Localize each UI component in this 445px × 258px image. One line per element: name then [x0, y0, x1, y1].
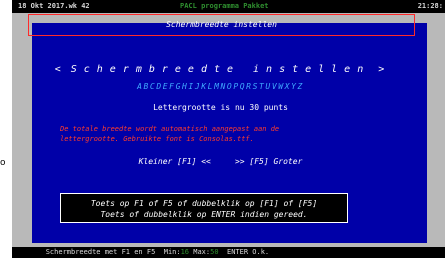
status-max-value: 50 — [210, 248, 219, 256]
status-max-label: Max: — [193, 248, 211, 256]
info-note-line-2: lettergrootte. Gebruikte font is Consola… — [60, 135, 254, 143]
program-title: PACL programma Pakket — [180, 2, 269, 10]
heading-left-arrow: < — [54, 64, 63, 75]
top-bar: 18 Okt 2017.wk 42 PACL programma Pakket … — [12, 0, 445, 13]
heading-right-arrow: > — [378, 64, 387, 75]
instruction-box: Toets op F1 of F5 of dubbelklik op [F1] … — [60, 193, 348, 223]
dialog-title: Schermbreedte instellen — [28, 14, 415, 36]
status-min-label: Min: — [163, 248, 181, 256]
instruction-line-2: Toets of dubbelklik op ENTER indien gere… — [100, 210, 308, 219]
status-enter: ENTER O.k. — [226, 248, 270, 256]
smaller-button[interactable]: Kleiner [F1] << — [139, 157, 211, 166]
instruction-line-1: Toets op F1 of F5 of dubbelklik op [F1] … — [90, 199, 318, 208]
size-controls: Kleiner [F1] << >> [F5] Groter — [28, 157, 413, 166]
clock-label: 21:28: — [417, 2, 443, 10]
dialog-heading: < Schermbreedte instellen > — [28, 64, 413, 75]
font-size-label: Lettergrootte is nu 30 punts — [153, 103, 288, 112]
alphabet-sample: ABCDEFGHIJKLMNOPQRSTUVWXYZ — [137, 82, 304, 91]
info-note-line-1: De totale breedte wordt automatisch aang… — [60, 125, 280, 133]
status-min-value: 16 — [180, 248, 190, 256]
date-label: 18 Okt 2017.wk 42 — [18, 2, 90, 10]
left-edge-marker: o — [0, 158, 6, 168]
info-note: De totale breedte wordt automatisch aang… — [60, 124, 390, 144]
status-prefix: Schermbreedte met F1 en F5 — [45, 248, 156, 256]
status-bar: Schermbreedte met F1 en F5 Min:16 Max:50… — [12, 247, 445, 258]
heading-text: Schermbreedte instellen — [70, 64, 371, 75]
larger-button[interactable]: >> [F5] Groter — [235, 157, 302, 166]
